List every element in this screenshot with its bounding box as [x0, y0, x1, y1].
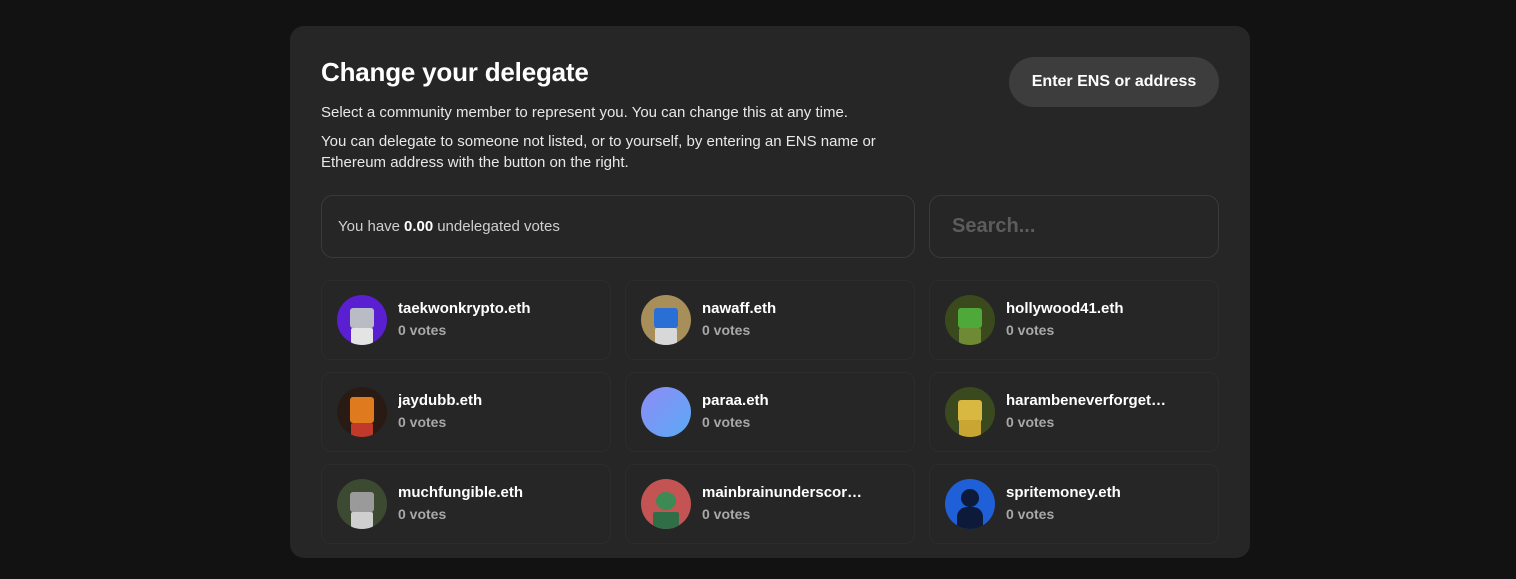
delegate-name: taekwonkrypto.eth [398, 300, 531, 317]
modal-header: Change your delegate Select a community … [321, 56, 1219, 181]
delegate-info: spritemoney.eth 0 votes [1006, 483, 1181, 525]
delegate-modal: Change your delegate Select a community … [290, 26, 1250, 558]
delegate-grid: taekwonkrypto.eth 0 votes nawaff.eth 0 v… [321, 280, 1219, 544]
delegate-name: muchfungible.eth [398, 484, 523, 501]
controls-row: You have 0.00 undelegated votes [321, 195, 1219, 258]
delegate-info: paraa.eth 0 votes [702, 391, 877, 433]
header-text: Change your delegate Select a community … [321, 56, 941, 181]
modal-description-secondary: You can delegate to someone not listed, … [321, 133, 876, 171]
votes-amount: 0.00 [404, 218, 434, 235]
delegate-card[interactable]: spritemoney.eth 0 votes [929, 464, 1219, 544]
delegate-name: jaydubb.eth [398, 392, 483, 409]
modal-description: Select a community member to represent y… [321, 104, 848, 121]
delegate-votes: 0 votes [398, 322, 447, 338]
delegate-card[interactable]: hollywood41.eth 0 votes [929, 280, 1219, 360]
delegate-votes: 0 votes [398, 414, 447, 430]
search-input[interactable] [950, 214, 1194, 239]
modal-title: Change your delegate [321, 57, 589, 87]
votes-suffix: undelegated votes [437, 218, 560, 235]
avatar [337, 387, 387, 437]
delegate-card[interactable]: mainbrainunderscor… 0 votes [625, 464, 915, 544]
delegate-card[interactable]: muchfungible.eth 0 votes [321, 464, 611, 544]
delegate-info: muchfungible.eth 0 votes [398, 483, 573, 525]
delegate-votes: 0 votes [702, 414, 751, 430]
avatar [945, 479, 995, 529]
delegate-info: nawaff.eth 0 votes [702, 299, 877, 341]
avatar [641, 479, 691, 529]
delegate-votes: 0 votes [1006, 322, 1055, 338]
delegate-info: taekwonkrypto.eth 0 votes [398, 299, 573, 341]
delegate-votes: 0 votes [398, 506, 447, 522]
enter-ens-button[interactable]: Enter ENS or address [1009, 57, 1219, 107]
delegate-votes: 0 votes [1006, 414, 1055, 430]
delegate-name: nawaff.eth [702, 300, 777, 317]
avatar [945, 387, 995, 437]
delegate-name: mainbrainunderscor… [702, 484, 863, 501]
avatar [337, 295, 387, 345]
delegate-votes: 0 votes [702, 322, 751, 338]
votes-prefix: You have [338, 218, 401, 235]
delegate-info: hollywood41.eth 0 votes [1006, 299, 1181, 341]
avatar [337, 479, 387, 529]
delegate-card[interactable]: taekwonkrypto.eth 0 votes [321, 280, 611, 360]
delegate-name: harambeneverforget… [1006, 392, 1167, 409]
delegate-name: hollywood41.eth [1006, 300, 1124, 317]
avatar [641, 295, 691, 345]
undelegated-votes-box: You have 0.00 undelegated votes [321, 195, 915, 258]
avatar [945, 295, 995, 345]
delegate-votes: 0 votes [1006, 506, 1055, 522]
avatar [641, 387, 691, 437]
search-box[interactable] [929, 195, 1219, 258]
delegate-card[interactable]: paraa.eth 0 votes [625, 372, 915, 452]
delegate-name: paraa.eth [702, 392, 769, 409]
delegate-card[interactable]: jaydubb.eth 0 votes [321, 372, 611, 452]
delegate-name: spritemoney.eth [1006, 484, 1121, 501]
delegate-info: mainbrainunderscor… 0 votes [702, 483, 877, 525]
delegate-card[interactable]: nawaff.eth 0 votes [625, 280, 915, 360]
delegate-info: jaydubb.eth 0 votes [398, 391, 573, 433]
delegate-info: harambeneverforget… 0 votes [1006, 391, 1181, 433]
delegate-votes: 0 votes [702, 506, 751, 522]
delegate-card[interactable]: harambeneverforget… 0 votes [929, 372, 1219, 452]
